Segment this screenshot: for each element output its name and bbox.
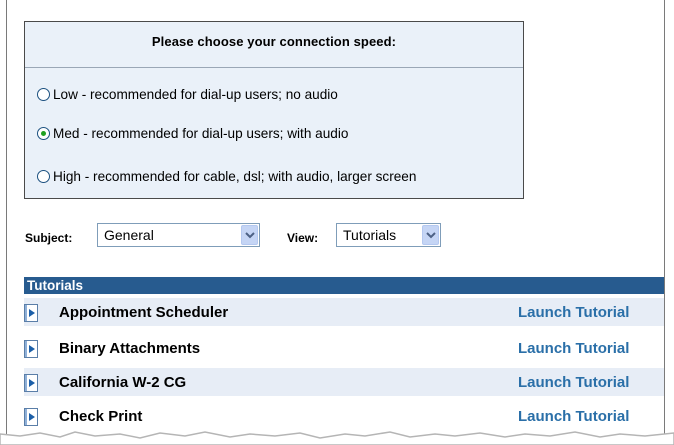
speed-option-high-label: High - recommended for cable, dsl; with … <box>53 168 417 184</box>
launch-tutorial-link[interactable]: Launch Tutorial <box>518 340 629 357</box>
radio-button-med[interactable] <box>37 126 50 140</box>
connection-speed-panel: Please choose your connection speed: Low… <box>24 21 524 199</box>
speed-option-high[interactable]: High - recommended for cable, dsl; with … <box>37 166 416 186</box>
video-play-icon <box>24 408 38 426</box>
chevron-down-icon[interactable] <box>422 225 439 245</box>
radio-selected-dot <box>41 130 46 136</box>
torn-edge <box>0 431 674 445</box>
view-select[interactable]: Tutorials <box>336 223 441 247</box>
subject-select[interactable]: General <box>97 223 260 247</box>
tutorial-name: California W-2 CG <box>59 374 187 391</box>
radio-button-high[interactable] <box>37 169 50 183</box>
speed-option-med[interactable]: Med - recommended for dial-up users; wit… <box>37 123 348 143</box>
view-label: View: <box>287 231 319 245</box>
subject-label: Subject: <box>25 231 73 245</box>
video-play-icon <box>24 304 38 322</box>
table-row: Binary Attachments Launch Tutorial <box>24 334 664 363</box>
tutorial-name: Appointment Scheduler <box>59 304 229 321</box>
tutorial-name: Check Print <box>59 408 143 425</box>
radio-button-low[interactable] <box>37 87 50 101</box>
tutorials-header: Tutorials <box>24 277 664 294</box>
speed-option-low-label: Low - recommended for dial-up users; no … <box>53 86 338 102</box>
speed-option-low[interactable]: Low - recommended for dial-up users; no … <box>37 84 338 104</box>
launch-tutorial-link[interactable]: Launch Tutorial <box>518 374 629 391</box>
table-row: California W-2 CG Launch Tutorial <box>24 368 664 397</box>
video-play-icon <box>24 340 38 358</box>
table-row: Appointment Scheduler Launch Tutorial <box>24 298 664 327</box>
connection-speed-title: Please choose your connection speed: <box>151 34 397 49</box>
tutorial-name: Binary Attachments <box>59 340 201 357</box>
panel-divider <box>25 67 523 68</box>
launch-tutorial-link[interactable]: Launch Tutorial <box>518 408 629 425</box>
subject-select-value: General <box>104 227 154 243</box>
speed-option-med-label: Med - recommended for dial-up users; wit… <box>53 125 349 141</box>
view-select-value: Tutorials <box>343 227 397 243</box>
chevron-down-icon[interactable] <box>241 225 258 245</box>
launch-tutorial-link[interactable]: Launch Tutorial <box>518 304 629 321</box>
video-play-icon <box>24 374 38 392</box>
frame-left-border <box>6 0 7 438</box>
table-row: Check Print Launch Tutorial <box>24 402 664 431</box>
frame-right-border <box>664 0 665 438</box>
